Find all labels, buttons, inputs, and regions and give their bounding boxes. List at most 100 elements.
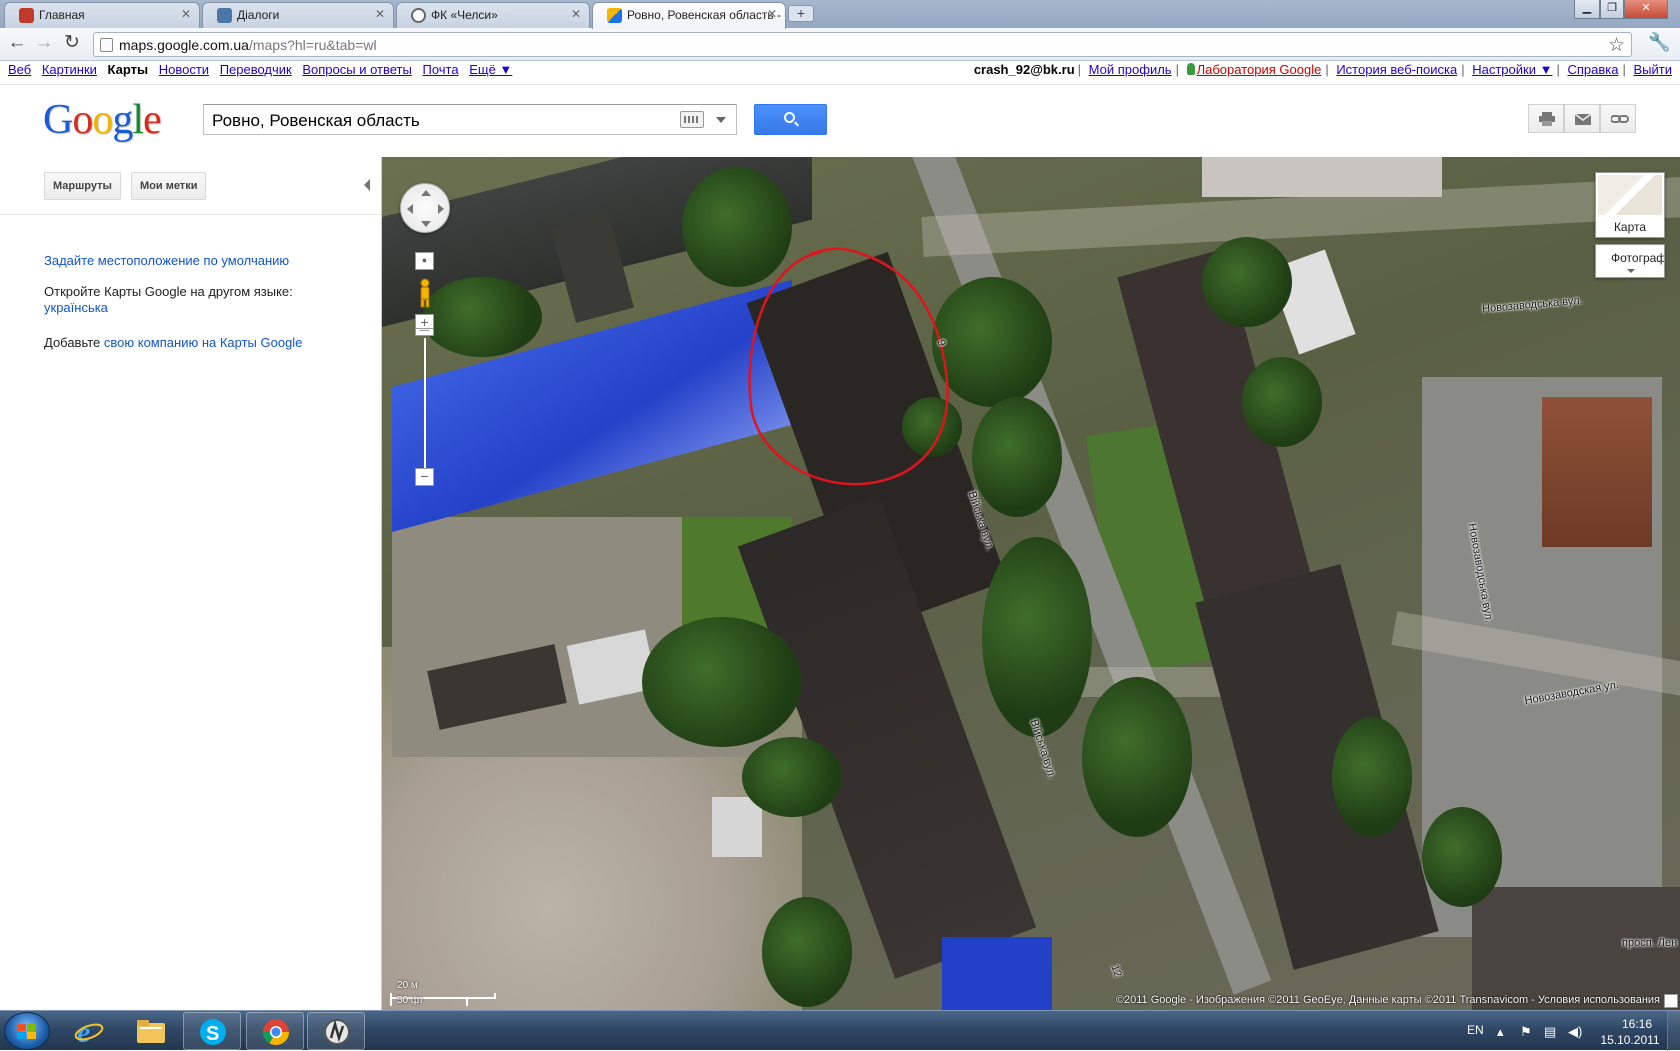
gbar-link-translate[interactable]: Переводчик (220, 62, 292, 77)
gbar-link-answers[interactable]: Вопросы и ответы (302, 62, 411, 77)
pan-left-icon[interactable] (407, 204, 413, 214)
tab-vk-main[interactable]: Главная ✕ (4, 2, 200, 28)
language-indicator[interactable]: EN (1467, 1023, 1484, 1037)
pan-down-icon[interactable] (421, 221, 431, 227)
gbar-link-labs[interactable]: Лаборатория Google (1197, 62, 1322, 77)
google-bar: Веб Картинки Карты Новости Переводчик Во… (0, 61, 1680, 85)
clock-time[interactable]: 16:16 (1612, 1017, 1662, 1031)
link-button[interactable] (1600, 104, 1636, 133)
tree (982, 537, 1092, 737)
resize-icon[interactable] (1664, 994, 1678, 1008)
add-business-link[interactable]: свою компанию на Карты Google (104, 335, 303, 350)
skype-icon: S (200, 1019, 226, 1045)
gbar-link-more[interactable]: Ещё ▼ (469, 62, 512, 77)
google-maps-icon (607, 8, 622, 23)
start-button[interactable] (4, 1012, 50, 1050)
gbar-link-help[interactable]: Справка (1567, 62, 1618, 77)
close-window-button[interactable]: ✕ (1624, 0, 1668, 19)
envelope-icon (1575, 113, 1591, 125)
map-type-button[interactable]: Карта (1595, 172, 1665, 238)
tab-title: Діалоги (237, 8, 280, 22)
close-tab-icon[interactable]: ✕ (571, 7, 581, 21)
address-bar[interactable]: maps.google.com.ua/maps?hl=ru&tab=wl ☆ (93, 32, 1632, 57)
taskbar-chrome[interactable] (246, 1012, 304, 1050)
link-icon (1611, 115, 1629, 123)
action-center-flag-icon[interactable]: ⚑ (1520, 1024, 1532, 1040)
tab-title: Ровно, Ровенская область - Google Карты (627, 8, 785, 22)
divider (0, 214, 381, 215)
back-icon[interactable]: ← (4, 32, 30, 56)
set-default-location: Задайте местоположение по умолчанию (44, 253, 289, 268)
photo-type-button[interactable]: Фотографии (1595, 244, 1665, 278)
gbar-link-settings[interactable]: Настройки ▼ (1472, 62, 1552, 77)
chrome-icon (262, 1019, 290, 1046)
pan-right-icon[interactable] (438, 204, 444, 214)
minimize-button[interactable]: ▁ (1574, 0, 1600, 19)
taskbar-explorer[interactable] (122, 1012, 180, 1050)
gbar-link-news[interactable]: Новости (159, 62, 209, 77)
tab-google-maps[interactable]: Ровно, Ровенская область - Google Карты … (592, 2, 786, 29)
keyboard-icon[interactable] (680, 111, 704, 128)
zoom-handle[interactable]: — (415, 326, 434, 336)
gbar-link-signout[interactable]: Выйти (1634, 62, 1673, 77)
map-thumbnail (1598, 175, 1662, 215)
printer-icon (1539, 112, 1555, 126)
tree (762, 897, 852, 1007)
tab-title: Главная (39, 8, 85, 22)
bookmark-star-icon[interactable]: ☆ (1608, 34, 1625, 57)
my-maps-button[interactable]: Мои метки (131, 172, 207, 200)
tree (1332, 717, 1412, 837)
reset-zoom-icon[interactable]: ● (415, 252, 434, 270)
pegman-icon[interactable] (418, 278, 432, 308)
gbar-link-images[interactable]: Картинки (42, 62, 97, 77)
maximize-button[interactable]: ❐ (1600, 0, 1624, 19)
page-icon (100, 38, 113, 52)
taskbar-winamp[interactable] (307, 1012, 365, 1050)
map-type-label: Карта (1613, 220, 1647, 234)
volume-icon[interactable]: ◀) (1568, 1024, 1582, 1040)
close-tab-icon[interactable]: ✕ (181, 7, 191, 21)
gbar-link-profile[interactable]: Мой профиль (1089, 62, 1172, 77)
close-tab-icon[interactable]: ✕ (375, 7, 385, 21)
browser-toolbar: ← → ↻ maps.google.com.ua/maps?hl=ru&tab=… (0, 28, 1680, 61)
winamp-icon (324, 1019, 350, 1045)
pan-control[interactable] (400, 183, 450, 233)
tab-chelsea[interactable]: ФК «Челси» ✕ (396, 2, 590, 28)
forward-icon[interactable]: → (31, 32, 57, 56)
taskbar-skype[interactable]: S (183, 1012, 241, 1050)
clock-date[interactable]: 15.10.2011 (1598, 1033, 1662, 1047)
lab-flask-icon (1186, 63, 1195, 75)
wrench-icon[interactable]: 🔧 (1648, 32, 1670, 53)
print-button[interactable] (1528, 104, 1564, 133)
new-tab-button[interactable]: + (788, 5, 814, 22)
taskbar-ie[interactable]: e (60, 1012, 118, 1050)
wiki-icon (411, 8, 426, 23)
reload-icon[interactable]: ↻ (59, 32, 85, 56)
chevron-down-icon[interactable] (716, 117, 726, 123)
close-tab-icon[interactable]: ✕ (767, 7, 777, 21)
network-icon[interactable]: ▤ (1544, 1024, 1556, 1040)
zoom-out-button[interactable]: − (415, 468, 434, 486)
zoom-track[interactable] (424, 338, 426, 470)
routes-button[interactable]: Маршруты (44, 172, 121, 200)
search-input[interactable]: Ровно, Ровенская область (203, 104, 737, 135)
set-default-location-link[interactable]: Задайте местоположение по умолчанию (44, 253, 289, 268)
map-copyright[interactable]: ©2011 Google - Изображения ©2011 GeoEye,… (1116, 994, 1660, 1006)
url-host: maps.google.com.ua (119, 37, 249, 53)
zoom-control[interactable]: ● + — − (415, 252, 435, 492)
ukrainian-link[interactable]: українська (44, 300, 108, 315)
show-desktop-button[interactable] (1667, 1011, 1680, 1051)
map-canvas[interactable]: Новозаводська вул. Новозаводська вул. Но… (382, 157, 1680, 1010)
gbar-link-history[interactable]: История веб-поиска (1336, 62, 1457, 77)
search-button[interactable] (754, 104, 827, 135)
tree (642, 617, 802, 747)
tray-expand-icon[interactable]: ▴ (1497, 1024, 1504, 1040)
pan-up-icon[interactable] (421, 190, 431, 196)
tab-dialogs[interactable]: Діалоги ✕ (202, 2, 394, 28)
collapse-panel-icon[interactable] (364, 179, 370, 191)
email-button[interactable] (1564, 104, 1600, 133)
gbar-link-web[interactable]: Веб (8, 62, 31, 77)
google-logo[interactable]: Google (43, 96, 162, 144)
gbar-link-maps: Карты (107, 62, 149, 77)
gbar-link-mail[interactable]: Почта (422, 62, 458, 77)
